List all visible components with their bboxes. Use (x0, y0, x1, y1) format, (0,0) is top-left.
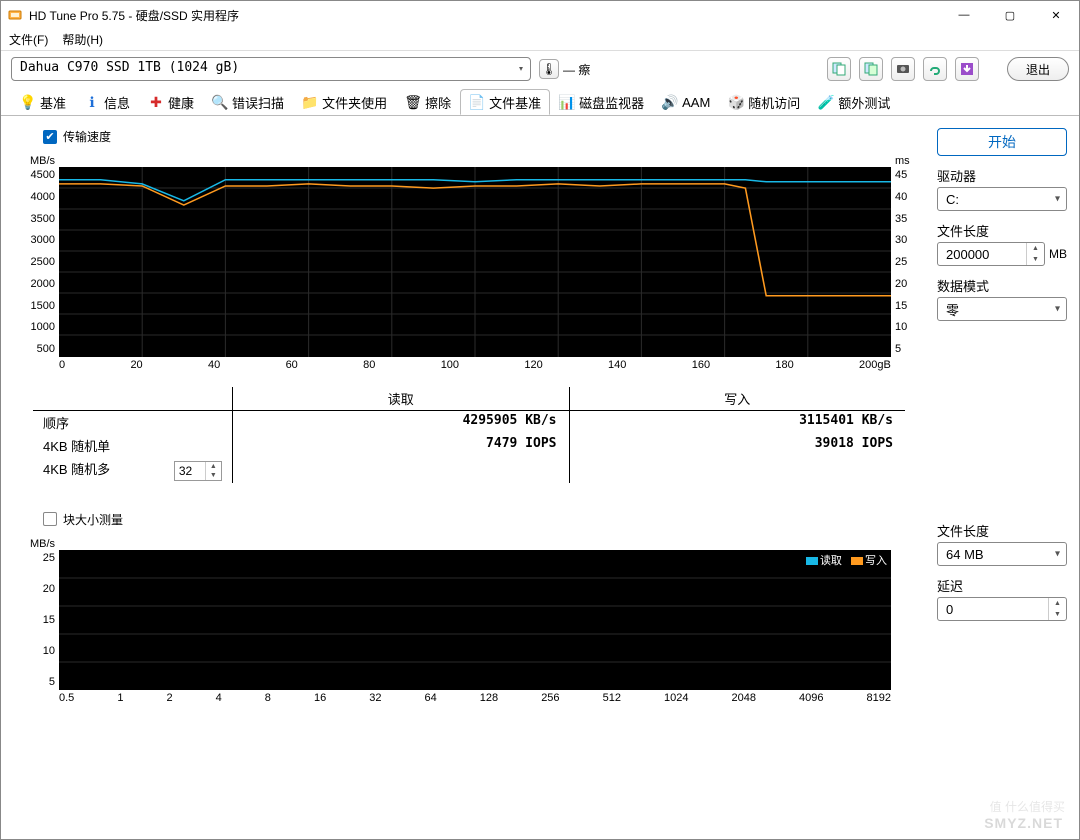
extra-icon: 🧪 (818, 95, 834, 111)
chevron-down-icon: ▾ (1055, 304, 1060, 315)
bulb-icon: 💡 (20, 95, 36, 111)
seq-read-value: 4295905 KB/s (233, 411, 570, 434)
device-select[interactable]: Dahua C970 SSD 1TB (1024 gB) ▾ (11, 57, 531, 81)
x-axis-1: 020406080100120140160180200gB (59, 357, 891, 371)
transfer-rate-label: 传输速度 (63, 128, 111, 145)
block-size-label: 块大小测量 (63, 511, 123, 528)
tab-benchmark[interactable]: 💡基准 (11, 89, 75, 115)
chevron-down-icon: ▾ (1055, 549, 1060, 560)
col-read: 读取 (233, 387, 570, 410)
tab-error-scan[interactable]: 🔍错误扫描 (203, 89, 293, 115)
speaker-icon: 🔊 (662, 95, 678, 111)
right-panel: 开始 驱动器 C:▾ 文件长度 200000 ▲▼ MB 数据模式 (937, 128, 1067, 827)
info-icon: ℹ (84, 95, 100, 111)
tab-aam[interactable]: 🔊AAM (653, 89, 719, 115)
maximize-button[interactable]: ▢ (987, 1, 1033, 29)
minimize-button[interactable]: — (941, 1, 987, 29)
y-left-unit: MB/s (13, 155, 59, 167)
x-axis-2: 0.512481632641282565121024204840968192 (59, 690, 891, 704)
exit-button[interactable]: 退出 (1007, 57, 1069, 81)
start-button[interactable]: 开始 (937, 128, 1067, 156)
file-length-2-label: 文件长度 (937, 521, 1067, 540)
queue-depth-spinner[interactable]: 32 ▲▼ (174, 461, 222, 481)
delay-spinner[interactable]: 0 ▲▼ (937, 597, 1067, 621)
random-icon: 🎲 (728, 95, 744, 111)
toolbar: Dahua C970 SSD 1TB (1024 gB) ▾ 🌡 — 瘵 退出 (1, 51, 1079, 87)
tab-bar: 💡基准 ℹ信息 ✚健康 🔍错误扫描 📁文件夹使用 🗑擦除 📄文件基准 📊磁盘监视… (1, 87, 1079, 116)
menu-file[interactable]: 文件(F) (9, 31, 48, 48)
app-icon (7, 7, 23, 23)
device-select-value: Dahua C970 SSD 1TB (1024 gB) (20, 60, 239, 75)
trash-icon: 🗑 (405, 95, 421, 111)
col-write: 写入 (570, 387, 906, 410)
tab-erase[interactable]: 🗑擦除 (396, 89, 460, 115)
rnd1-write-value: 39018 IOPS (570, 434, 906, 457)
tab-file-benchmark[interactable]: 📄文件基准 (460, 89, 550, 115)
close-button[interactable]: ✕ (1033, 1, 1079, 29)
transfer-chart: MB/s ms 45004000350030002500200015001000… (13, 155, 925, 371)
copy-info-button[interactable] (859, 57, 883, 81)
window-title: HD Tune Pro 5.75 - 硬盘/SSD 实用程序 (29, 7, 941, 24)
results-table: 读取 写入 顺序 4295905 KB/s 3115401 KB/s 4KB 随… (33, 387, 905, 483)
pattern-select[interactable]: 零▾ (937, 297, 1067, 321)
file-length-spinner[interactable]: 200000 ▲▼ (937, 242, 1045, 266)
folder-icon: 📁 (302, 95, 318, 111)
drive-label: 驱动器 (937, 166, 1067, 185)
watermark-text: SMYZ.NET (984, 815, 1063, 831)
row-seq-label: 顺序 (33, 411, 233, 434)
file-length-label: 文件长度 (937, 221, 1067, 240)
tab-random-access[interactable]: 🎲随机访问 (719, 89, 809, 115)
y-axis-2: 252015105 (13, 550, 59, 690)
file-length-unit: MB (1049, 247, 1067, 261)
menu-help[interactable]: 帮助(H) (62, 31, 103, 48)
save-button[interactable] (955, 57, 979, 81)
link-button[interactable] (923, 57, 947, 81)
y-axis-right: 45403530252015105 (891, 167, 925, 357)
watermark-logo: 值 什么值得买 (990, 798, 1065, 815)
temperature-value: — 瘵 (563, 61, 590, 78)
delay-label: 延迟 (937, 576, 1067, 595)
chevron-down-icon: ▾ (518, 64, 524, 75)
health-icon: ✚ (148, 95, 164, 111)
y-right-unit: ms (891, 155, 925, 167)
tab-disk-monitor[interactable]: 📊磁盘监视器 (550, 89, 653, 115)
thermometer-icon[interactable]: 🌡 (539, 59, 559, 79)
copy-button[interactable] (827, 57, 851, 81)
chevron-down-icon: ▾ (1055, 194, 1060, 205)
drive-select[interactable]: C:▾ (937, 187, 1067, 211)
row-4k-multi-label: 4KB 随机多 32 ▲▼ (33, 457, 233, 483)
magnifier-icon: 🔍 (212, 95, 228, 111)
menu-bar: 文件(F) 帮助(H) (1, 29, 1079, 51)
tab-info[interactable]: ℹ信息 (75, 89, 139, 115)
title-bar: HD Tune Pro 5.75 - 硬盘/SSD 实用程序 — ▢ ✕ (1, 1, 1079, 29)
file-length-2-select[interactable]: 64 MB▾ (937, 542, 1067, 566)
block-size-checkbox[interactable] (43, 512, 57, 526)
pattern-label: 数据模式 (937, 276, 1067, 295)
seq-write-value: 3115401 KB/s (570, 411, 906, 434)
tab-extra-tests[interactable]: 🧪额外测试 (809, 89, 899, 115)
screenshot-button[interactable] (891, 57, 915, 81)
y2-unit: MB/s (13, 538, 59, 550)
rnd1-read-value: 7479 IOPS (233, 434, 570, 457)
tab-health[interactable]: ✚健康 (139, 89, 203, 115)
transfer-rate-checkbox[interactable]: ✔ (43, 130, 57, 144)
row-4k-single-label: 4KB 随机单 (33, 434, 233, 457)
y-axis-left: 45004000350030002500200015001000500 (13, 167, 59, 357)
block-size-chart: MB/s 252015105 读取 写入 (13, 538, 925, 704)
monitor-icon: 📊 (559, 95, 575, 111)
tab-folder-usage[interactable]: 📁文件夹使用 (293, 89, 396, 115)
file-bench-icon: 📄 (469, 94, 485, 110)
